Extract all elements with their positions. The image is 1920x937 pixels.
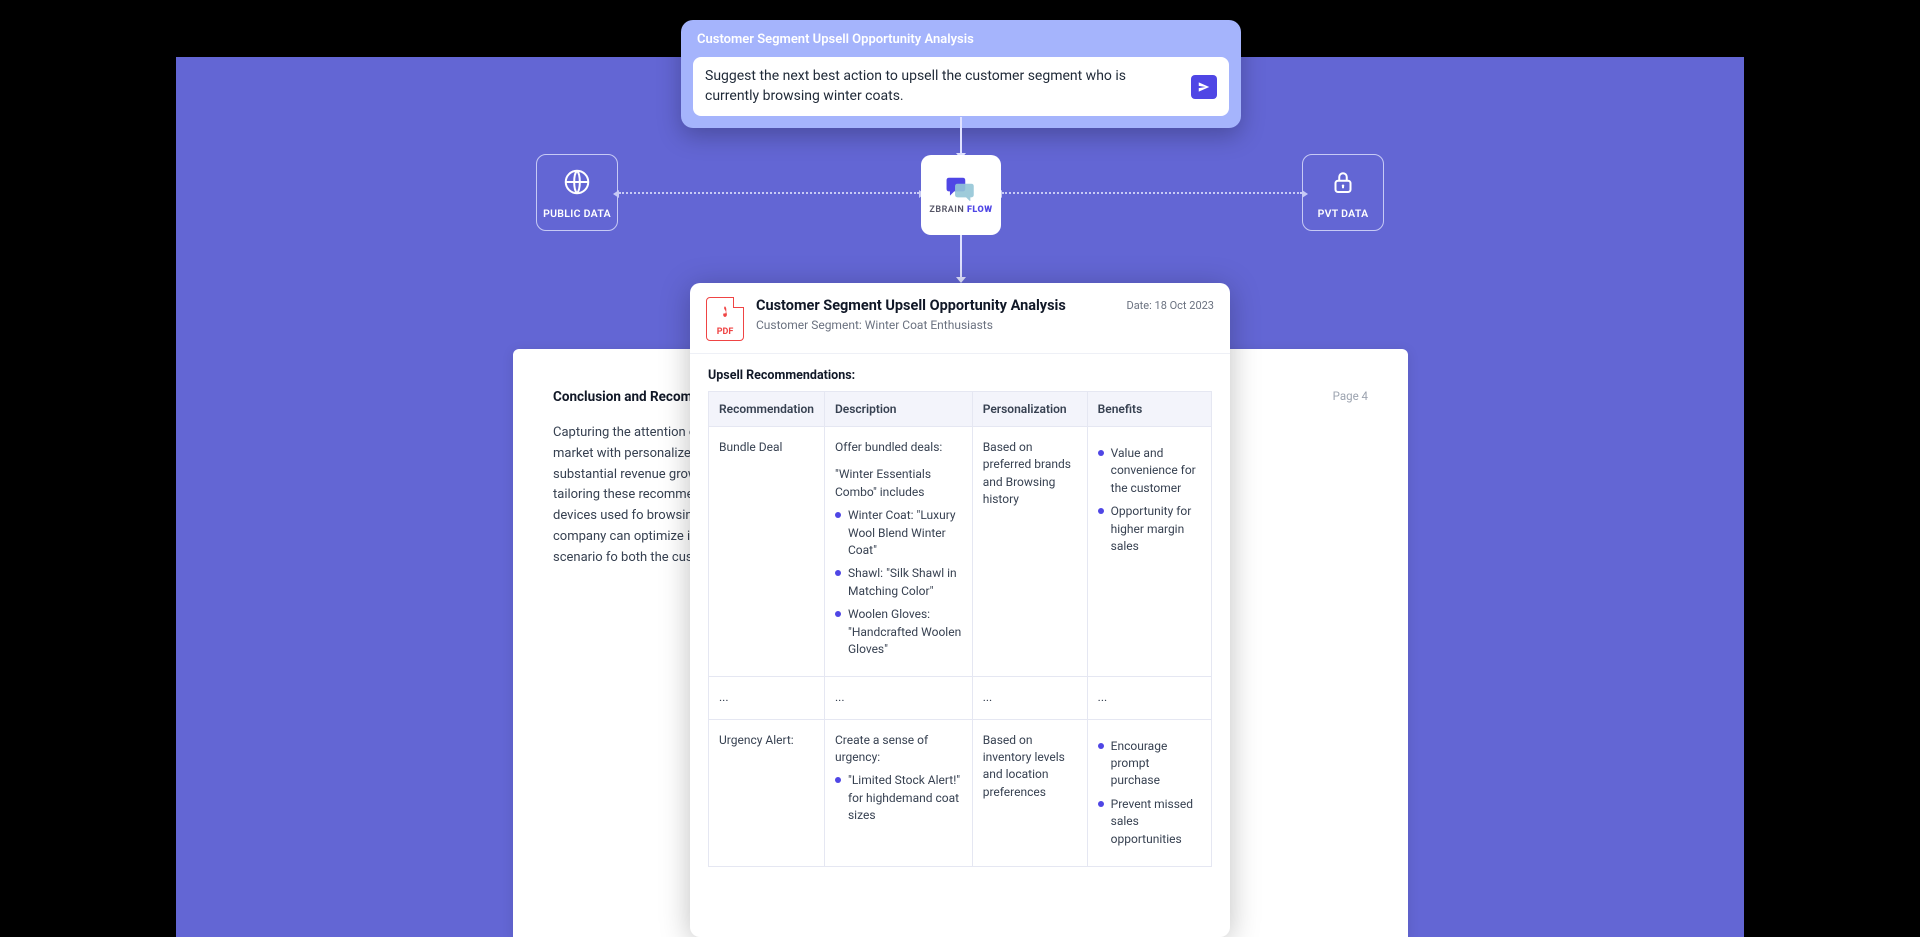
table-row: Bundle DealOffer bundled deals:"Winter E…: [709, 427, 1212, 677]
pdf-icon: PDF: [706, 297, 744, 341]
page-number: Page 4: [1333, 389, 1368, 403]
col-recommendation: Recommendation: [709, 392, 825, 427]
flow-connector-left: [619, 192, 919, 194]
prompt-input[interactable]: Suggest the next best action to upsell t…: [705, 67, 1181, 106]
send-button[interactable]: [1191, 75, 1217, 99]
table-row: ............: [709, 677, 1212, 719]
send-icon: [1197, 80, 1211, 94]
report-section-heading: Upsell Recommendations:: [690, 354, 1230, 391]
zbrain-label: ZBRAIN FLOW: [929, 205, 992, 215]
report-subtitle: Customer Segment: Winter Coat Enthusiast…: [756, 318, 1114, 332]
public-data-label: PUBLIC DATA: [541, 207, 613, 220]
report-card: PDF Customer Segment Upsell Opportunity …: [690, 283, 1230, 937]
col-personalization: Personalization: [972, 392, 1087, 427]
private-data-label: PVT DATA: [1307, 207, 1379, 220]
prompt-card-title: Customer Segment Upsell Opportunity Anal…: [693, 32, 1229, 47]
zbrain-flow-node: ZBRAIN FLOW: [921, 155, 1001, 235]
lock-icon: [1328, 167, 1358, 197]
report-date: Date: 18 Oct 2023: [1126, 299, 1214, 312]
prompt-card: Customer Segment Upsell Opportunity Anal…: [681, 20, 1241, 128]
flow-arrow-down-1: [960, 117, 962, 153]
table-row: Urgency Alert:Create a sense of urgency:…: [709, 719, 1212, 866]
col-benefits: Benefits: [1087, 392, 1211, 427]
globe-icon: [562, 167, 592, 197]
recommendations-table: Recommendation Description Personalizati…: [708, 391, 1212, 867]
private-data-node: PVT DATA: [1302, 154, 1384, 231]
zbrain-icon: [944, 175, 978, 201]
public-data-node: PUBLIC DATA: [536, 154, 618, 231]
flow-arrow-down-2: [960, 235, 962, 277]
flow-connector-right: [1002, 192, 1302, 194]
report-title: Customer Segment Upsell Opportunity Anal…: [756, 297, 1114, 314]
col-description: Description: [824, 392, 972, 427]
